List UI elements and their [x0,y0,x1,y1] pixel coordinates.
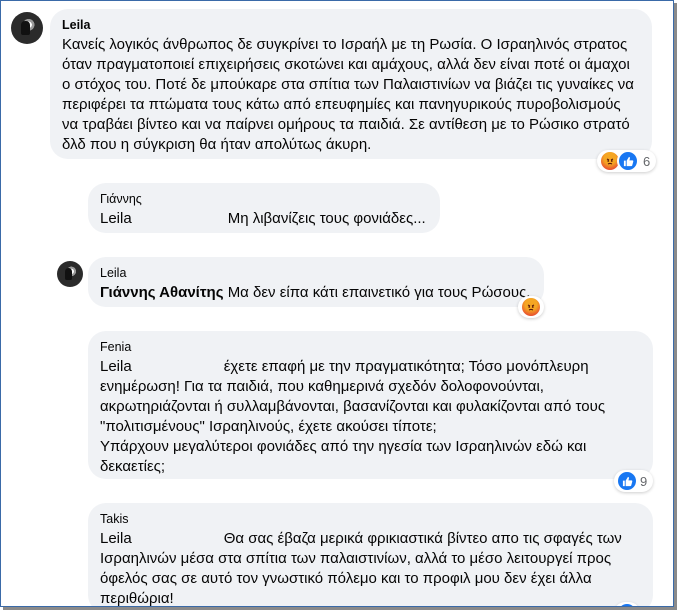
comment-author[interactable]: Leila [62,17,640,33]
comment-text: Υπάρχουν μεγαλύτεροι φονιάδες από την ηγ… [100,438,587,475]
reaction-count: 6 [643,153,651,169]
comment-text: έχετε επαφή με την πραγματικότητα; Τόσο … [100,358,606,435]
comment-bubble-5: Takis Leila Θα σας έβαζα μερικά φρικιαστι… [88,503,653,607]
reaction-summary-3[interactable] [518,296,544,318]
comment-author[interactable]: Γιάννης [100,191,428,207]
comment-text: Κανείς λογικός άνθρωπος δε συγκρίνει το … [62,36,634,153]
like-reaction-icon [616,470,638,492]
comment-bubble-4: Fenia Leila έχετε επαφή με την πραγματικό… [88,331,653,479]
comment-text: Θα σας έβαζα μερικά φρικιαστικά βίντεο α… [100,530,622,607]
reaction-summary-1[interactable]: 6 [597,150,657,172]
comment-bubble-1: Leila Κανείς λογικός άνθρωπος δε συγκρίν… [50,9,652,159]
comment-bubble-3: Leila Γιάννης Αθανίτης Μα δεν είπα κάτι … [88,257,544,307]
comment-text: Μα δεν είπα κάτι επαινετικό για τους Ρώσ… [227,284,531,301]
comment-author[interactable]: Leila [100,265,532,281]
angry-reaction-icon [520,296,542,318]
comment-thread: Leila Κανείς λογικός άνθρωπος δε συγκρίν… [0,0,674,607]
like-reaction-icon [616,602,638,606]
comment-author[interactable]: Takis [100,511,641,527]
mention-link[interactable]: Leila [100,358,132,375]
mention-link[interactable]: Γιάννης Αθανίτης [100,284,224,301]
avatar-leila[interactable] [11,12,43,44]
reaction-count: 9 [640,473,648,489]
mention-link[interactable]: Leila [100,210,132,227]
reaction-summary-4[interactable]: 9 [614,470,654,492]
comment-text: Μη λιβανίζεις τους φονιάδες... [227,210,426,227]
mention-link[interactable]: Leila [100,530,132,547]
like-reaction-icon [617,150,639,172]
comment-bubble-2: Γιάννης Leila Μη λιβανίζεις τους φονιάδες… [88,183,440,233]
avatar-leila[interactable] [57,261,83,287]
comment-author[interactable]: Fenia [100,339,641,355]
